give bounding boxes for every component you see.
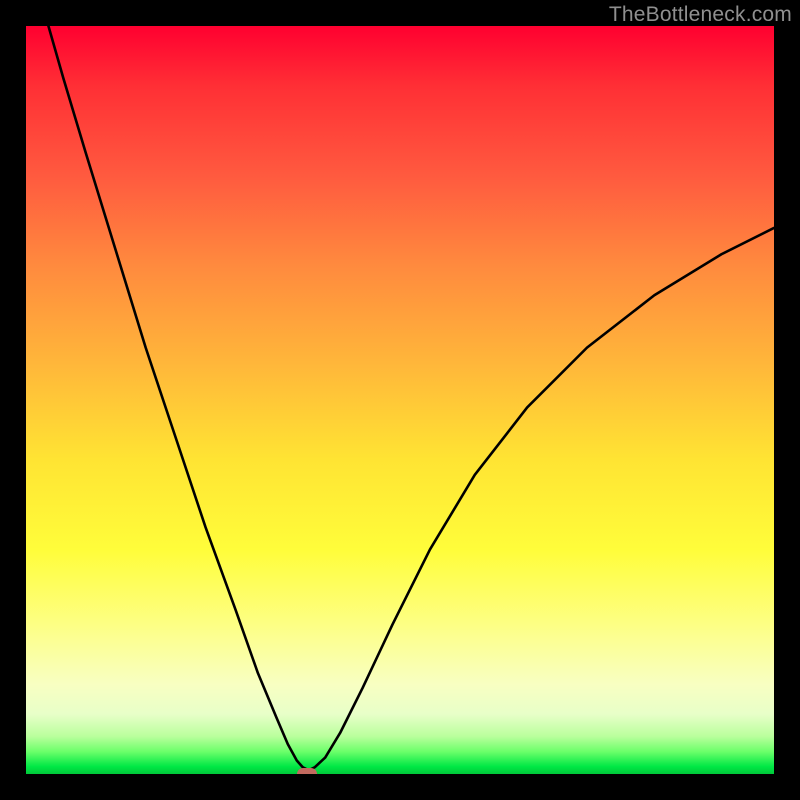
optimal-point-marker	[297, 768, 317, 774]
bottleneck-curve	[26, 26, 774, 774]
plot-area	[26, 26, 774, 774]
chart-frame: TheBottleneck.com	[0, 0, 800, 800]
watermark-label: TheBottleneck.com	[609, 3, 792, 27]
